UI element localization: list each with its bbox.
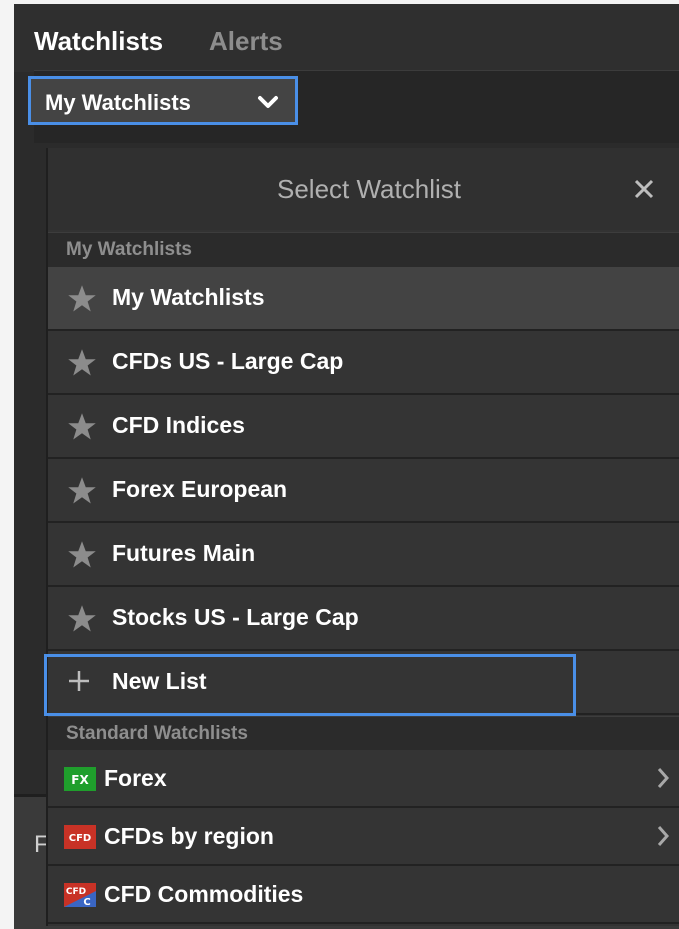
star-icon xyxy=(68,349,96,376)
tab-bar: Watchlists Alerts xyxy=(14,4,679,72)
standard-item-label: Forex xyxy=(104,765,167,791)
chevron-down-icon xyxy=(258,96,278,108)
watchlist-dropdown-value: My Watchlists xyxy=(45,90,191,115)
chevron-right-icon xyxy=(657,826,670,846)
svg-text:CFD: CFD xyxy=(69,833,91,844)
watchlist-item-cfds-us-large-cap[interactable]: CFDs US - Large Cap xyxy=(48,331,679,395)
watchlist-item-futures-main[interactable]: Futures Main xyxy=(48,523,679,587)
watchlist-item-stocks-us-large-cap[interactable]: Stocks US - Large Cap xyxy=(48,587,679,651)
svg-text:CFD: CFD xyxy=(66,887,86,897)
star-icon xyxy=(68,413,96,440)
watchlist-item-cfd-indices[interactable]: CFD Indices xyxy=(48,395,679,459)
fx-badge-icon: FX xyxy=(64,767,96,791)
watchlist-item-label: My Watchlists xyxy=(112,284,265,310)
watchlist-item-label: Stocks US - Large Cap xyxy=(112,604,359,630)
standard-watchlists-section-header: Standard Watchlists xyxy=(48,716,679,752)
star-icon xyxy=(68,285,96,312)
standard-item-label: CFD Commodities xyxy=(104,881,304,907)
panel-title: Select Watchlist xyxy=(277,174,461,204)
watchlist-item-label: Futures Main xyxy=(112,540,256,566)
standard-item-label: CFDs by region xyxy=(104,823,274,849)
tab-watchlists[interactable]: Watchlists xyxy=(34,26,163,57)
watchlist-item-forex-european[interactable]: Forex European xyxy=(48,459,679,523)
close-icon[interactable] xyxy=(631,176,657,202)
watchlist-item-my-watchlists[interactable]: My Watchlists xyxy=(48,267,679,331)
star-icon xyxy=(68,541,96,568)
svg-text:FX: FX xyxy=(71,773,89,787)
background-partial-label: F xyxy=(34,831,49,858)
cfd-commodities-badge-icon: CFD C xyxy=(64,883,96,907)
star-icon xyxy=(68,477,96,504)
standard-item-cfd-commodities[interactable]: CFD C CFD Commodities xyxy=(48,866,679,924)
svg-text:C: C xyxy=(83,897,90,907)
panel-header: Select Watchlist xyxy=(48,148,679,230)
plus-icon xyxy=(69,671,89,691)
section-header-label: My Watchlists xyxy=(66,239,192,260)
my-watchlists-section-header: My Watchlists xyxy=(48,232,679,268)
new-list-label: New List xyxy=(112,668,207,694)
chevron-right-icon xyxy=(657,768,670,788)
standard-item-cfds-by-region[interactable]: CFD CFDs by region xyxy=(48,808,679,866)
watchlist-dropdown[interactable]: My Watchlists xyxy=(28,76,298,125)
standard-item-forex[interactable]: FX Forex xyxy=(48,750,679,808)
watchlist-item-label: CFDs US - Large Cap xyxy=(112,348,344,374)
star-icon xyxy=(68,605,96,632)
watchlist-item-label: CFD Indices xyxy=(112,412,245,438)
watchlist-item-label: Forex European xyxy=(112,476,288,502)
section-header-label: Standard Watchlists xyxy=(66,723,248,744)
select-watchlist-panel: Select Watchlist My Watchlists My Watchl… xyxy=(48,148,679,926)
cfd-badge-icon: CFD xyxy=(64,825,96,849)
tab-alerts[interactable]: Alerts xyxy=(209,26,283,57)
new-list-button[interactable]: New List xyxy=(48,651,679,715)
